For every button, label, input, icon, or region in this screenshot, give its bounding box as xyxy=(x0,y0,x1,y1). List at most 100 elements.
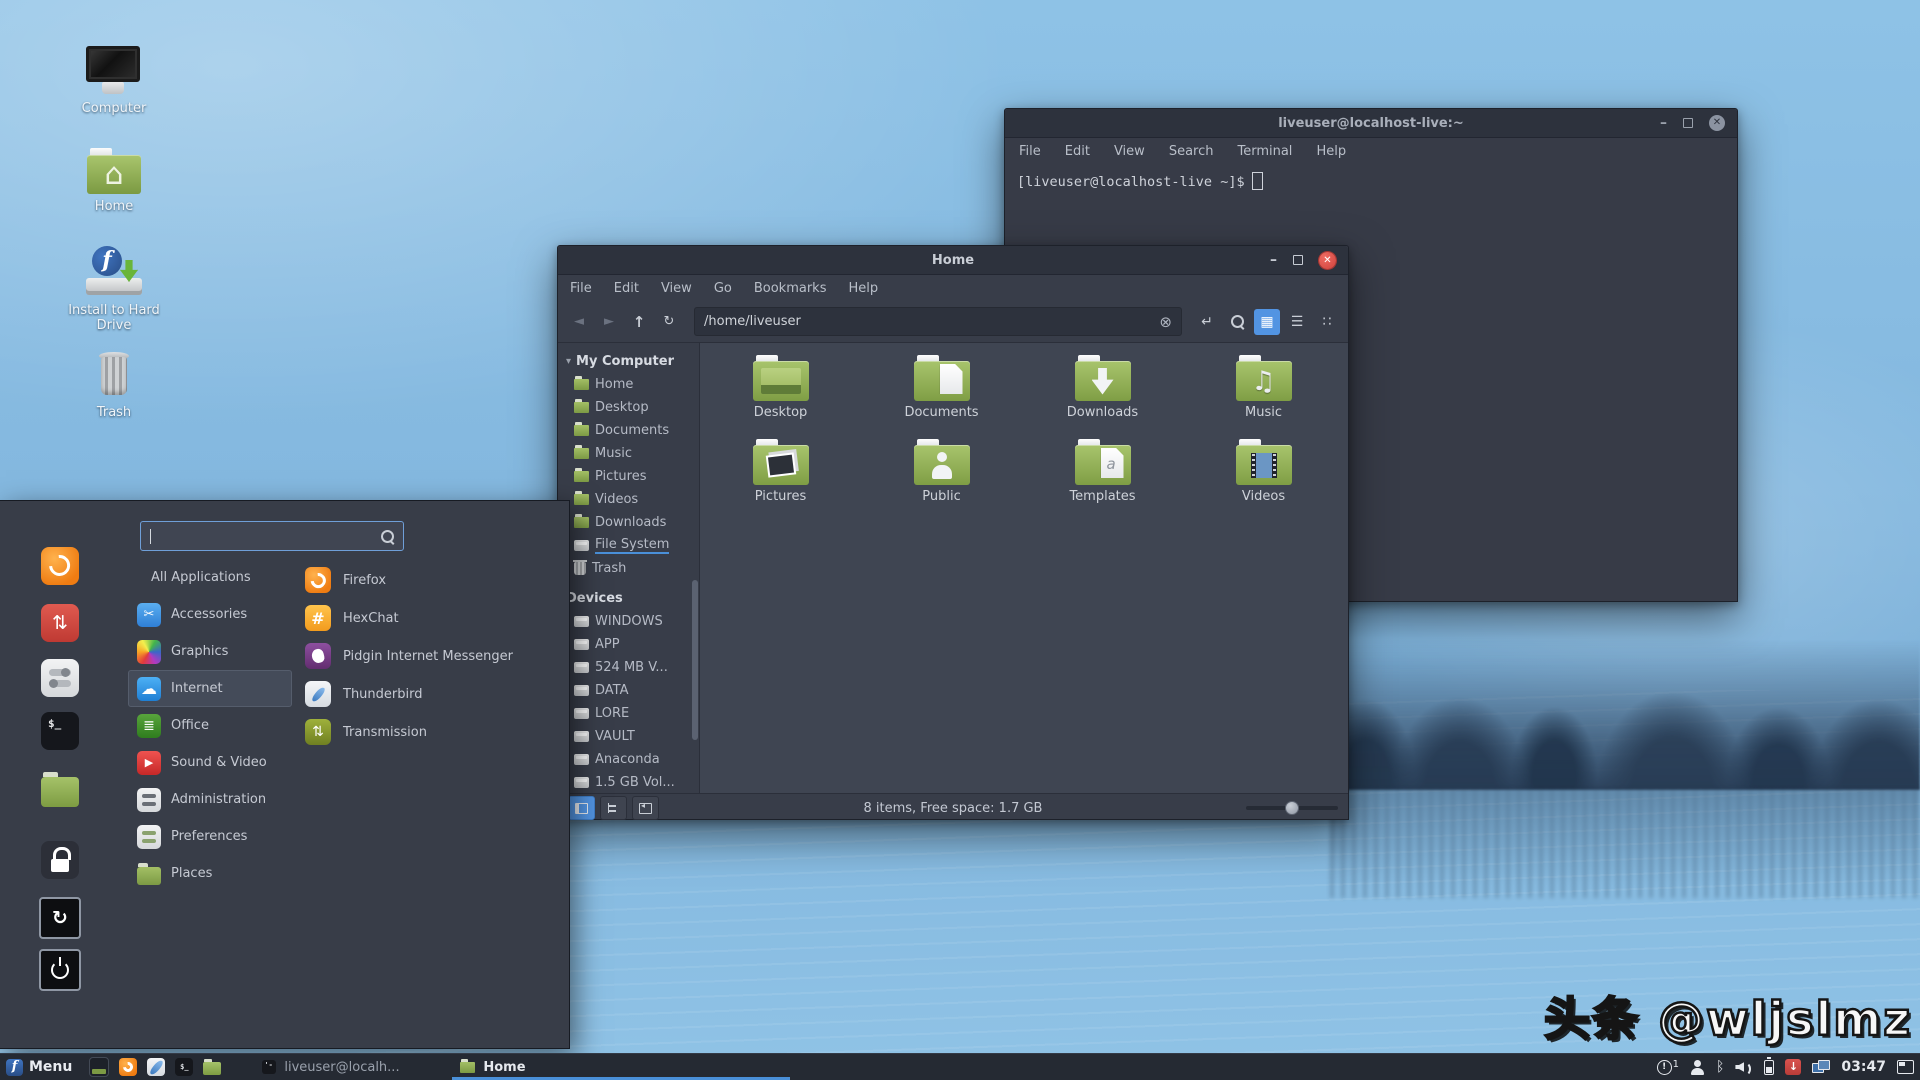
up-button[interactable]: ↑ xyxy=(626,313,652,331)
app-thunderbird[interactable]: Thunderbird xyxy=(305,675,560,713)
category-office[interactable]: Office xyxy=(128,707,292,744)
firefox-launcher[interactable] xyxy=(119,1058,138,1076)
menu-help[interactable]: Help xyxy=(848,281,878,296)
sidebar-item-lore[interactable]: LORE xyxy=(558,702,699,725)
sidebar-item-app[interactable]: APP xyxy=(558,633,699,656)
favorite-system-settings[interactable] xyxy=(38,656,82,700)
sidebar-item-trash[interactable]: Trash xyxy=(558,557,699,580)
menu-go[interactable]: Go xyxy=(714,281,732,296)
folder-desktop[interactable]: Desktop xyxy=(700,355,861,439)
favorite-terminal[interactable] xyxy=(38,709,82,753)
folder-videos[interactable]: Videos xyxy=(1183,439,1344,523)
window-switcher-icon[interactable] xyxy=(1897,1060,1914,1074)
sidebar-scrollbar[interactable] xyxy=(692,580,698,740)
terminal-titlebar[interactable]: liveuser@localhost-live:~ – ✕ xyxy=(1005,109,1737,138)
menu-search-input[interactable] xyxy=(140,521,404,551)
show-desktop-button[interactable] xyxy=(89,1057,110,1077)
menu-file[interactable]: File xyxy=(570,281,592,296)
hide-sidebar-button[interactable] xyxy=(632,796,659,820)
file-view[interactable]: Desktop Documents Downloads Music Pictur… xyxy=(700,343,1348,793)
shutdown-button[interactable] xyxy=(38,948,82,992)
sidebar-item-pictures[interactable]: Pictures xyxy=(558,465,699,488)
battery-icon[interactable] xyxy=(1764,1056,1775,1075)
sidebar-item-documents[interactable]: Documents xyxy=(558,419,699,442)
files-launcher[interactable] xyxy=(203,1059,222,1075)
favorite-software-updater[interactable] xyxy=(38,601,82,645)
app-hexchat[interactable]: HexChat xyxy=(305,599,560,637)
sidebar-item-home[interactable]: Home xyxy=(558,373,699,396)
taskbar-window-home[interactable]: Home xyxy=(452,1054,791,1080)
category-preferences[interactable]: Preferences xyxy=(128,818,292,855)
minimize-button[interactable]: – xyxy=(1270,253,1277,267)
list-view-button[interactable]: ☰ xyxy=(1284,309,1310,335)
file-manager-titlebar[interactable]: Home – ✕ xyxy=(558,246,1348,275)
notifications-applet[interactable]: ! 1 xyxy=(1656,1059,1679,1075)
sidebar-item-data[interactable]: DATA xyxy=(558,679,699,702)
category-places[interactable]: Places xyxy=(128,855,292,892)
bluetooth-icon[interactable]: ᛒ xyxy=(1716,1060,1724,1074)
category-sound-video[interactable]: Sound & Video xyxy=(128,744,292,781)
sidebar-item-524mb-volume[interactable]: 524 MB V... xyxy=(558,656,699,679)
category-internet[interactable]: Internet xyxy=(128,670,292,707)
folder-public[interactable]: Public xyxy=(861,439,1022,523)
show-treeview-button[interactable] xyxy=(600,796,627,820)
user-applet-icon[interactable] xyxy=(1690,1059,1705,1075)
sidebar-item-downloads[interactable]: Downloads xyxy=(558,511,699,534)
maximize-button[interactable] xyxy=(1683,118,1693,128)
menu-view[interactable]: View xyxy=(661,281,692,296)
taskbar-window-terminal[interactable]: liveuser@localh... xyxy=(254,1054,438,1080)
menu-edit[interactable]: Edit xyxy=(1065,144,1090,159)
restart-button[interactable] xyxy=(38,896,82,940)
sidebar-item-anaconda[interactable]: Anaconda xyxy=(558,748,699,771)
menu-bookmarks[interactable]: Bookmarks xyxy=(754,281,827,296)
terminal-output[interactable]: [liveuser@localhost-live ~]$ xyxy=(1005,164,1737,198)
show-places-button[interactable] xyxy=(568,796,595,820)
zoom-slider-knob[interactable] xyxy=(1284,801,1299,815)
lock-screen-button[interactable] xyxy=(38,838,82,882)
menu-search[interactable]: Search xyxy=(1169,144,1214,159)
back-button[interactable]: ◄ xyxy=(566,314,592,329)
folder-documents[interactable]: Documents xyxy=(861,355,1022,439)
sidebar-item-desktop[interactable]: Desktop xyxy=(558,396,699,419)
sidebar-item-file-system[interactable]: File System xyxy=(558,534,699,557)
folder-music[interactable]: Music xyxy=(1183,355,1344,439)
updates-icon[interactable]: ↓ xyxy=(1785,1059,1802,1075)
desktop-icon-install-to-hard-drive[interactable]: f Install to Hard Drive xyxy=(52,246,176,333)
close-icon[interactable]: ✕ xyxy=(1709,115,1725,131)
thunderbird-launcher[interactable] xyxy=(147,1058,166,1076)
menu-edit[interactable]: Edit xyxy=(614,281,639,296)
forward-button[interactable]: ► xyxy=(596,314,622,329)
search-button[interactable] xyxy=(1224,309,1250,335)
compact-view-button[interactable]: ∷ xyxy=(1314,309,1340,335)
zoom-slider[interactable] xyxy=(1246,801,1338,815)
category-administration[interactable]: Administration xyxy=(128,781,292,818)
clock[interactable]: 03:47 xyxy=(1841,1059,1886,1075)
menu-view[interactable]: View xyxy=(1114,144,1145,159)
sidebar-item-vault[interactable]: VAULT xyxy=(558,725,699,748)
folder-downloads[interactable]: Downloads xyxy=(1022,355,1183,439)
volume-icon[interactable] xyxy=(1735,1060,1753,1076)
folder-pictures[interactable]: Pictures xyxy=(700,439,861,523)
menu-help[interactable]: Help xyxy=(1316,144,1346,159)
menu-terminal[interactable]: Terminal xyxy=(1237,144,1292,159)
network-icon[interactable] xyxy=(1812,1060,1831,1074)
category-graphics[interactable]: Graphics xyxy=(128,633,292,670)
menu-file[interactable]: File xyxy=(1019,144,1041,159)
sidebar-item-videos[interactable]: Videos xyxy=(558,488,699,511)
favorite-files[interactable] xyxy=(38,767,82,811)
category-accessories[interactable]: Accessories xyxy=(128,596,292,633)
menu-button[interactable]: f Menu xyxy=(6,1058,72,1076)
app-transmission[interactable]: Transmission xyxy=(305,713,560,751)
icon-view-button[interactable]: ▦ xyxy=(1254,308,1280,335)
terminal-launcher[interactable] xyxy=(175,1058,194,1076)
sidebar-item-music[interactable]: Music xyxy=(558,442,699,465)
app-pidgin[interactable]: Pidgin Internet Messenger xyxy=(305,637,560,675)
refresh-button[interactable]: ↻ xyxy=(656,314,682,329)
location-bar[interactable]: /home/liveuser ⊗ xyxy=(694,307,1182,336)
close-icon[interactable]: ✕ xyxy=(1319,251,1336,269)
desktop-icon-home[interactable]: Home xyxy=(52,148,176,214)
clear-location-icon[interactable]: ⊗ xyxy=(1159,313,1172,331)
folder-templates[interactable]: Templates xyxy=(1022,439,1183,523)
minimize-button[interactable]: – xyxy=(1660,116,1667,130)
category-all-applications[interactable]: All Applications xyxy=(128,559,292,596)
